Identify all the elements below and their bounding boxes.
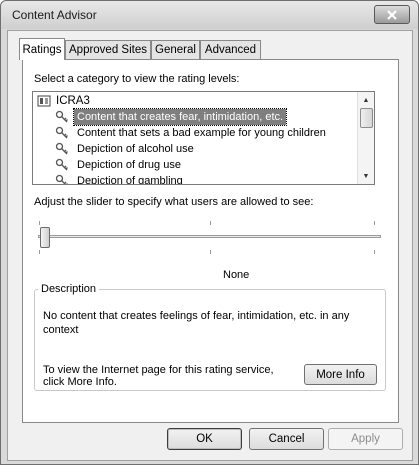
ok-button[interactable]: OK bbox=[167, 428, 242, 450]
more-info-text: To view the Internet page for this ratin… bbox=[43, 364, 274, 388]
apply-button-label: Apply bbox=[351, 433, 380, 445]
ok-button-label: OK bbox=[196, 433, 213, 445]
slider-tick bbox=[374, 250, 375, 254]
cancel-button[interactable]: Cancel bbox=[249, 428, 324, 450]
slider-tick bbox=[374, 221, 375, 225]
slider-tick bbox=[210, 221, 211, 225]
category-label: Depiction of alcohol use bbox=[77, 143, 194, 155]
description-text: No content that creates feelings of fear… bbox=[43, 310, 350, 336]
apply-button[interactable]: Apply bbox=[328, 428, 403, 450]
chevron-down-icon: ▼ bbox=[362, 172, 370, 180]
rating-service-item[interactable]: ICRA3 bbox=[37, 93, 90, 109]
key-icon bbox=[55, 158, 68, 171]
close-icon bbox=[387, 9, 397, 20]
rating-slider-thumb[interactable] bbox=[40, 227, 50, 248]
category-item[interactable]: Depiction of drug use bbox=[55, 157, 181, 173]
select-category-prompt: Select a category to view the rating lev… bbox=[34, 73, 240, 85]
key-icon bbox=[55, 126, 68, 139]
rating-service-name: ICRA3 bbox=[56, 95, 90, 107]
tab-ratings-label: Ratings bbox=[22, 43, 62, 56]
more-info-button-label: More Info bbox=[316, 368, 365, 381]
category-item[interactable]: Depiction of alcohol use bbox=[55, 141, 194, 157]
scroll-down-button[interactable]: ▼ bbox=[358, 169, 374, 183]
slider-tick bbox=[39, 250, 40, 254]
tab-advanced[interactable]: Advanced bbox=[200, 40, 261, 59]
scroll-up-button[interactable]: ▲ bbox=[358, 93, 374, 107]
rating-service-icon bbox=[37, 95, 51, 107]
category-list[interactable]: ICRA3 Content that creates fear, intimid… bbox=[32, 91, 375, 185]
title-bar[interactable]: Content Advisor bbox=[1, 1, 418, 29]
description-heading: Description bbox=[38, 283, 100, 295]
rating-slider-track[interactable] bbox=[38, 235, 381, 238]
tab-ratings[interactable]: Ratings bbox=[19, 38, 65, 60]
category-label: Depiction of gambling bbox=[77, 175, 183, 185]
category-list-scrollbar[interactable]: ▲ ▼ bbox=[357, 92, 374, 184]
cancel-button-label: Cancel bbox=[268, 433, 305, 445]
slider-tick bbox=[210, 250, 211, 254]
content-advisor-dialog: Content Advisor Ratings Approved Sites G… bbox=[0, 0, 419, 465]
key-icon bbox=[55, 110, 68, 123]
chevron-up-icon: ▲ bbox=[362, 96, 370, 104]
category-item[interactable]: Depiction of gambling bbox=[55, 173, 183, 185]
slider-value-label: None bbox=[223, 269, 250, 281]
tab-approved-sites[interactable]: Approved Sites bbox=[65, 40, 151, 59]
key-icon bbox=[55, 142, 68, 155]
dialog-body: Ratings Approved Sites General Advanced … bbox=[7, 30, 413, 461]
tab-approved-sites-label: Approved Sites bbox=[69, 44, 147, 56]
category-label: Content that sets a bad example for youn… bbox=[77, 127, 326, 139]
close-button[interactable] bbox=[374, 5, 410, 24]
tab-advanced-label: Advanced bbox=[204, 44, 257, 56]
key-icon bbox=[55, 174, 68, 184]
slider-tick bbox=[39, 221, 40, 225]
tab-general[interactable]: General bbox=[151, 40, 200, 59]
window-title: Content Advisor bbox=[12, 8, 97, 22]
category-item[interactable]: Content that sets a bad example for youn… bbox=[55, 125, 326, 141]
category-label: Depiction of drug use bbox=[77, 159, 181, 171]
tab-general-label: General bbox=[155, 44, 196, 56]
slider-prompt: Adjust the slider to specify what users … bbox=[34, 196, 314, 208]
scroll-thumb[interactable] bbox=[360, 108, 373, 128]
category-item[interactable]: Content that creates fear, intimidation,… bbox=[55, 108, 288, 126]
more-info-button[interactable]: More Info bbox=[304, 364, 377, 385]
category-label: Content that creates fear, intimidation,… bbox=[72, 108, 288, 126]
